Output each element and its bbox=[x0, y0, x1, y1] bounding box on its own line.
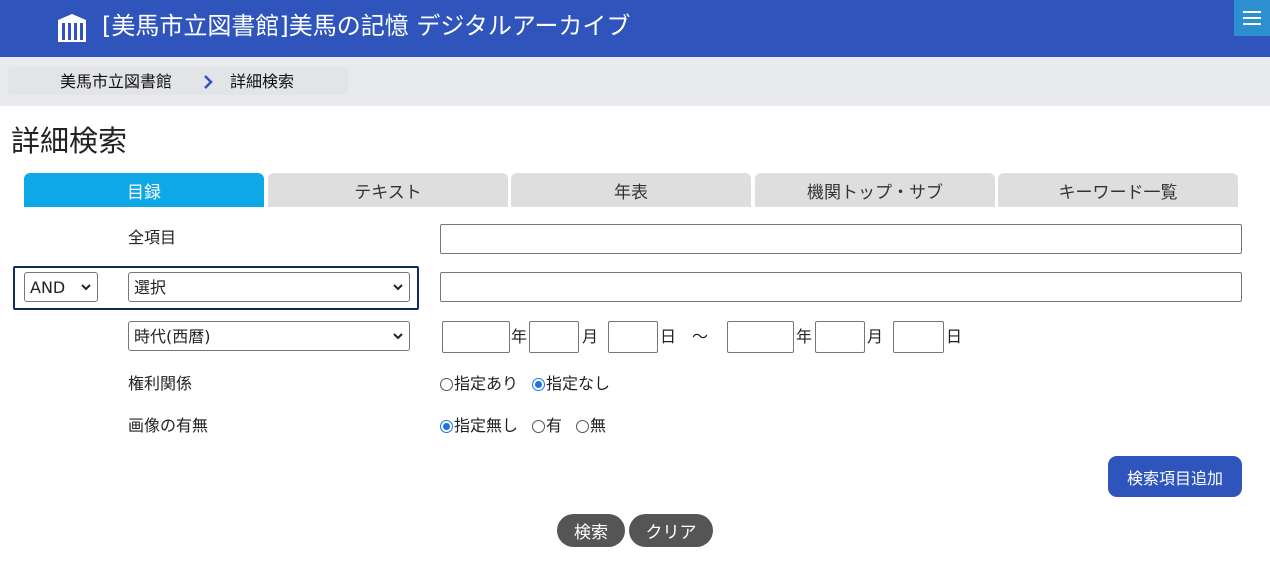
add-search-field-button[interactable]: 検索項目追加 bbox=[1108, 456, 1242, 497]
clear-button[interactable]: クリア bbox=[629, 514, 713, 547]
breadcrumb-home-link[interactable]: 美馬市立図書館 bbox=[60, 71, 172, 93]
chevron-down-icon bbox=[393, 333, 403, 340]
to-month-input[interactable] bbox=[815, 321, 865, 353]
image-option-label: 無 bbox=[590, 416, 607, 435]
tab-keyword-list[interactable]: キーワード一覧 bbox=[998, 173, 1238, 207]
breadcrumb-background bbox=[8, 67, 348, 95]
from-year-input[interactable] bbox=[442, 321, 510, 353]
hamburger-menu-icon bbox=[1243, 11, 1261, 25]
to-day-input[interactable] bbox=[893, 321, 944, 353]
tab-catalog[interactable]: 目録 bbox=[24, 173, 264, 207]
image-radio-group: 指定無し 有 無 bbox=[440, 415, 620, 437]
rights-option-label: 指定なし bbox=[546, 374, 611, 393]
radio-button[interactable] bbox=[440, 377, 453, 391]
from-month-unit: 月 bbox=[582, 327, 599, 346]
breadcrumb: 美馬市立図書館 詳細検索 bbox=[0, 57, 1270, 106]
search-tabs: 目録 テキスト 年表 機関トップ・サブ キーワード一覧 bbox=[24, 173, 1239, 207]
to-day-unit: 日 bbox=[946, 327, 963, 346]
from-month-input[interactable] bbox=[529, 321, 579, 353]
site-header: [美馬市立図書館]美馬の記憶 デジタルアーカイブ bbox=[0, 0, 1270, 57]
search-button[interactable]: 検索 bbox=[557, 514, 625, 547]
chevron-right-icon bbox=[204, 75, 213, 89]
to-year-unit: 年 bbox=[796, 327, 813, 346]
rights-option-unspecified[interactable]: 指定なし bbox=[532, 373, 610, 395]
operator-select-value: AND bbox=[30, 278, 66, 297]
image-option-unspecified[interactable]: 指定無し bbox=[440, 415, 518, 437]
era-select-value: 時代(西暦) bbox=[134, 327, 211, 346]
site-title[interactable]: [美馬市立図書館]美馬の記憶 デジタルアーカイブ bbox=[102, 10, 630, 42]
tab-chronology[interactable]: 年表 bbox=[511, 173, 751, 207]
radio-button[interactable] bbox=[532, 419, 546, 433]
chevron-down-icon bbox=[81, 284, 91, 291]
to-month-unit: 月 bbox=[867, 327, 884, 346]
rights-radio-group: 指定あり 指定なし bbox=[440, 373, 624, 395]
era-select[interactable]: 時代(西暦) bbox=[128, 321, 410, 351]
page-title: 詳細検索 bbox=[11, 124, 128, 158]
image-option-label: 指定無し bbox=[454, 416, 519, 435]
date-range-tilde: ～ bbox=[692, 327, 709, 346]
image-option-yes[interactable]: 有 bbox=[532, 415, 562, 437]
from-year-unit: 年 bbox=[511, 327, 528, 346]
field-select[interactable]: 選択 bbox=[128, 272, 410, 302]
tab-institution-top-sub[interactable]: 機関トップ・サブ bbox=[755, 173, 995, 207]
chevron-down-icon bbox=[393, 284, 403, 291]
image-option-label: 有 bbox=[546, 416, 563, 435]
rights-option-specified[interactable]: 指定あり bbox=[440, 373, 518, 395]
radio-button[interactable] bbox=[576, 419, 590, 433]
field-value-input[interactable] bbox=[440, 272, 1242, 302]
rights-option-label: 指定あり bbox=[454, 374, 519, 393]
image-option-no[interactable]: 無 bbox=[576, 415, 606, 437]
from-day-input[interactable] bbox=[608, 321, 658, 353]
library-building-icon[interactable] bbox=[56, 11, 88, 43]
hamburger-menu-button[interactable] bbox=[1234, 0, 1270, 36]
to-year-input[interactable] bbox=[727, 321, 794, 353]
radio-button-checked[interactable] bbox=[440, 419, 453, 433]
image-presence-label: 画像の有無 bbox=[128, 416, 209, 435]
all-fields-label: 全項目 bbox=[128, 228, 177, 247]
rights-label: 権利関係 bbox=[128, 374, 193, 393]
field-select-value: 選択 bbox=[134, 278, 167, 297]
tab-text[interactable]: テキスト bbox=[268, 173, 508, 207]
breadcrumb-current: 詳細検索 bbox=[230, 72, 295, 91]
operator-select[interactable]: AND bbox=[24, 272, 98, 302]
radio-button-checked[interactable] bbox=[532, 377, 546, 391]
from-day-unit: 日 bbox=[660, 327, 677, 346]
all-fields-input[interactable] bbox=[440, 224, 1242, 254]
